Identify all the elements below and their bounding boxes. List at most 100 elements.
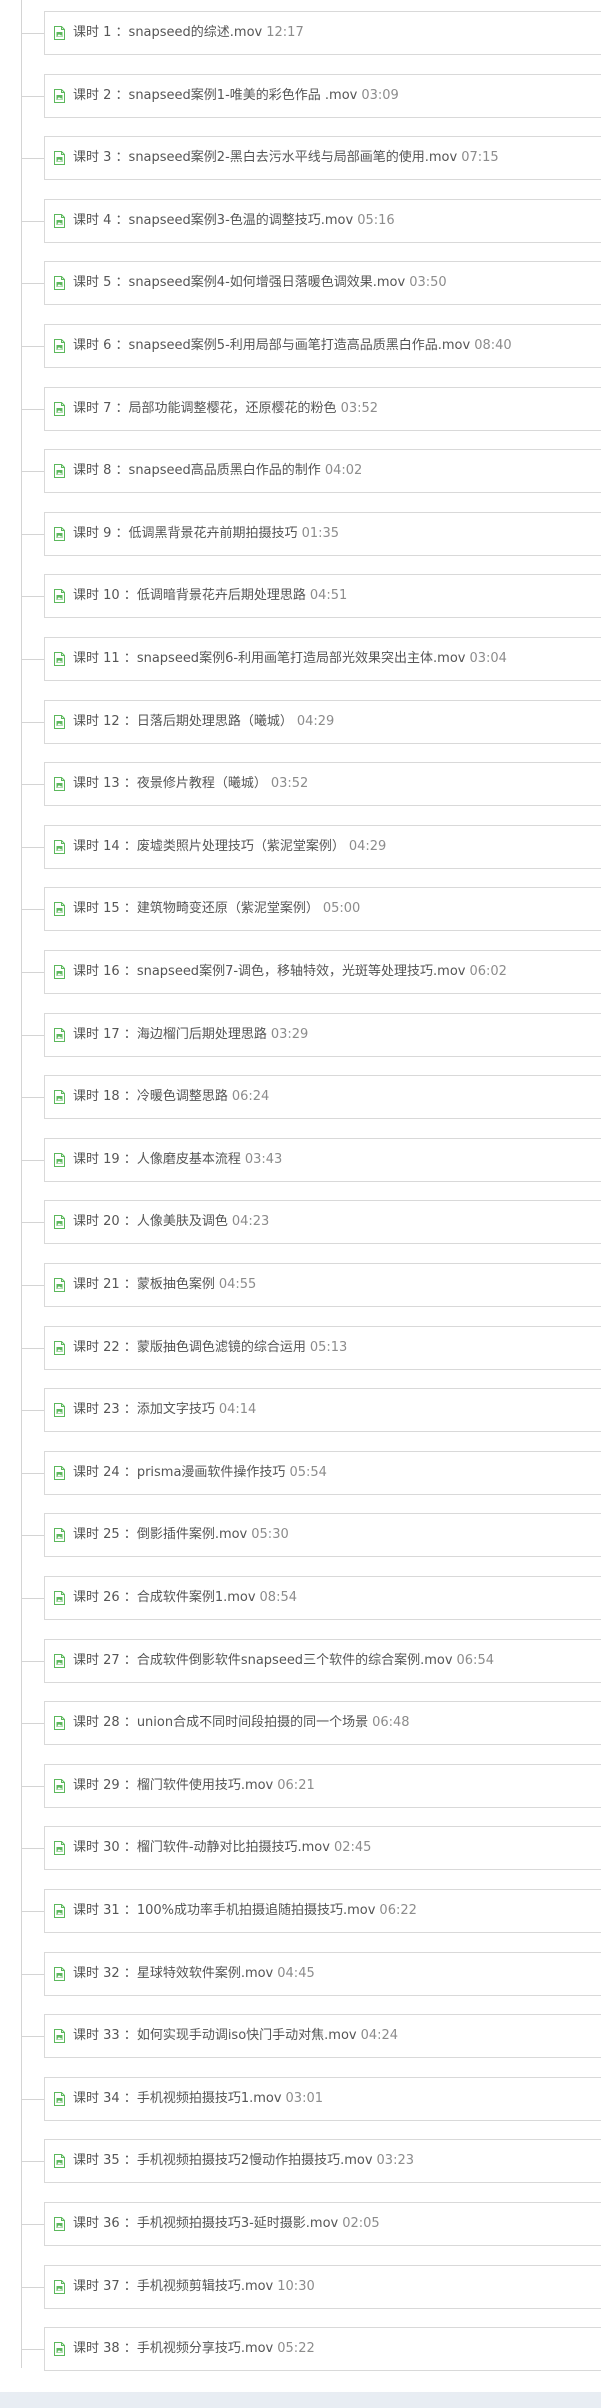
lesson-duration: 04:51	[309, 588, 348, 603]
lesson-title: 榴门软件使用技巧.mov	[136, 1778, 274, 1793]
timeline-connector	[21, 722, 44, 723]
timeline-connector	[21, 346, 44, 347]
lesson-link[interactable]: 课时 30 ：榴门软件-动静对比拍摄技巧.mov 02:45	[44, 1826, 601, 1870]
lesson-link[interactable]: 课时 18 ：冷暖色调整思路 06:24	[44, 1075, 601, 1119]
lesson-link[interactable]: 课时 25 ：倒影插件案例.mov 05:30	[44, 1513, 601, 1557]
lesson-duration: 02:05	[342, 2216, 380, 2231]
lesson-duration: 02:45	[333, 1840, 372, 1855]
lesson-link[interactable]: 课时 36 ：手机视频拍摄技巧3-延时摄影.mov 02:05	[44, 2202, 601, 2246]
lesson-number: 课时 29 ：	[73, 1778, 137, 1793]
lesson-link[interactable]: 课时 29 ：榴门软件使用技巧.mov 06:21	[44, 1764, 601, 1808]
lesson-duration: 03:04	[469, 651, 507, 666]
file-icon	[54, 652, 65, 666]
lesson-link[interactable]: 课时 37 ：手机视频剪辑技巧.mov 10:30	[44, 2265, 601, 2309]
timeline-connector	[21, 1285, 44, 1286]
lesson-link[interactable]: 课时 17 ：海边榴门后期处理思路 03:29	[44, 1013, 601, 1057]
lesson-duration: 12:17	[266, 25, 304, 40]
lesson-title: 海边榴门后期处理思路	[136, 1027, 267, 1042]
lesson-item: 课时 7 ：局部功能调整樱花，还原樱花的粉色 03:52	[0, 378, 601, 440]
lesson-item: 课时 28 ：union合成不同时间段拍摄的同一个场景 06:48	[0, 1692, 601, 1754]
lesson-duration: 04:02	[324, 463, 363, 478]
lesson-title: snapseed案例2-黑白去污水平线与局部画笔的使用.mov	[128, 150, 458, 165]
lesson-link[interactable]: 课时 14 ：废墟类照片处理技巧（紫泥堂案例） 04:29	[44, 825, 601, 869]
lesson-item: 课时 14 ：废墟类照片处理技巧（紫泥堂案例） 04:29	[0, 816, 601, 878]
lesson-link[interactable]: 课时 9 ：低调黑背景花卉前期拍摄技巧 01:35	[44, 512, 601, 556]
lesson-text: 课时 9 ：低调黑背景花卉前期拍摄技巧 01:35	[73, 525, 339, 543]
file-icon	[54, 1779, 65, 1793]
lesson-link[interactable]: 课时 22 ：蒙版抽色调色滤镜的综合运用 05:13	[44, 1326, 601, 1370]
lesson-title: snapseed案例7-调色，移轴特效，光斑等处理技巧.mov	[136, 964, 466, 979]
lesson-number: 课时 38 ：	[73, 2341, 137, 2356]
lesson-link[interactable]: 课时 28 ：union合成不同时间段拍摄的同一个场景 06:48	[44, 1701, 601, 1745]
file-icon	[54, 1841, 65, 1855]
lesson-link[interactable]: 课时 31 ：100%成功率手机拍摄追随拍摄技巧.mov 06:22	[44, 1889, 601, 1933]
timeline-connector	[21, 2349, 44, 2350]
lesson-link[interactable]: 课时 21 ：蒙板抽色案例 04:55	[44, 1263, 601, 1307]
timeline-connector	[21, 158, 44, 159]
lesson-item: 课时 19 ：人像磨皮基本流程 03:43	[0, 1129, 601, 1191]
lesson-link[interactable]: 课时 32 ：星球特效软件案例.mov 04:45	[44, 1952, 601, 1996]
lesson-link[interactable]: 课时 24 ：prisma漫画软件操作技巧 05:54	[44, 1451, 601, 1495]
lesson-item: 课时 27 ：合成软件倒影软件snapseed三个软件的综合案例.mov 06:5…	[0, 1630, 601, 1692]
lesson-item: 课时 37 ：手机视频剪辑技巧.mov 10:30	[0, 2256, 601, 2318]
lesson-duration: 03:29	[270, 1027, 309, 1042]
timeline-connector	[21, 1723, 44, 1724]
lesson-link[interactable]: 课时 19 ：人像磨皮基本流程 03:43	[44, 1138, 601, 1182]
lesson-link[interactable]: 课时 12 ：日落后期处理思路（曦城） 04:29	[44, 700, 601, 744]
file-icon	[54, 527, 65, 541]
lesson-title: 蒙板抽色案例	[136, 1277, 215, 1292]
lesson-number: 课时 35 ：	[73, 2153, 137, 2168]
lesson-link[interactable]: 课时 3 ：snapseed案例2-黑白去污水平线与局部画笔的使用.mov 07:…	[44, 136, 601, 180]
lesson-link[interactable]: 课时 6 ：snapseed案例5-利用局部与画笔打造高品质黑白作品.mov 08…	[44, 324, 601, 368]
lesson-link[interactable]: 课时 15 ：建筑物畸变还原（紫泥堂案例） 05:00	[44, 887, 601, 931]
lesson-duration: 08:40	[474, 338, 512, 353]
lesson-duration: 04:23	[231, 1214, 270, 1229]
lesson-number: 课时 14 ：	[73, 839, 137, 854]
lesson-number: 课时 20 ：	[73, 1214, 137, 1229]
lesson-number: 课时 22 ：	[73, 1340, 137, 1355]
lesson-link[interactable]: 课时 7 ：局部功能调整樱花，还原樱花的粉色 03:52	[44, 387, 601, 431]
lesson-page: 课时 1 ：snapseed的综述.mov 12:17 课时 2 ：snapseed…	[0, 0, 601, 2408]
lesson-link[interactable]: 课时 27 ：合成软件倒影软件snapseed三个软件的综合案例.mov 06:5…	[44, 1639, 601, 1683]
lesson-title: 手机视频拍摄技巧1.mov	[136, 2091, 282, 2106]
lesson-link[interactable]: 课时 16 ：snapseed案例7-调色，移轴特效，光斑等处理技巧.mov 06…	[44, 950, 601, 994]
lesson-item: 课时 9 ：低调黑背景花卉前期拍摄技巧 01:35	[0, 503, 601, 565]
lesson-duration: 04:29	[296, 714, 335, 729]
lesson-duration: 04:45	[277, 1966, 315, 1981]
lesson-item: 课时 18 ：冷暖色调整思路 06:24	[0, 1066, 601, 1128]
timeline-connector	[21, 1410, 44, 1411]
lesson-duration: 04:24	[360, 2028, 399, 2043]
lesson-title: snapseed案例5-利用局部与画笔打造高品质黑白作品.mov	[128, 338, 471, 353]
lesson-number: 课时 37 ：	[73, 2279, 137, 2294]
lesson-link[interactable]: 课时 20 ：人像美肤及调色 04:23	[44, 1200, 601, 1244]
lesson-number: 课时 3 ：	[73, 150, 129, 165]
timeline-connector	[21, 1097, 44, 1098]
lesson-duration: 07:15	[461, 150, 499, 165]
lesson-title: snapseed的综述.mov	[128, 25, 263, 40]
lesson-duration: 06:02	[469, 964, 507, 979]
lesson-link[interactable]: 课时 1 ：snapseed的综述.mov 12:17	[44, 11, 601, 55]
lesson-link[interactable]: 课时 5 ：snapseed案例4-如何增强日落暖色调效果.mov 03:50	[44, 261, 601, 305]
lesson-link[interactable]: 课时 8 ：snapseed高品质黑白作品的制作 04:02	[44, 449, 601, 493]
lesson-link[interactable]: 课时 26 ：合成软件案例1.mov 08:54	[44, 1576, 601, 1620]
lesson-duration: 03:52	[340, 401, 379, 416]
lesson-link[interactable]: 课时 13 ：夜景修片教程（曦城） 03:52	[44, 762, 601, 806]
lesson-link[interactable]: 课时 4 ：snapseed案例3-色温的调整技巧.mov 05:16	[44, 199, 601, 243]
lesson-link[interactable]: 课时 11 ：snapseed案例6-利用画笔打造局部光效果突出主体.mov 03…	[44, 637, 601, 681]
lesson-text: 课时 14 ：废墟类照片处理技巧（紫泥堂案例） 04:29	[73, 838, 386, 856]
lesson-link[interactable]: 课时 38 ：手机视频分享技巧.mov 05:22	[44, 2327, 601, 2371]
lesson-text: 课时 31 ：100%成功率手机拍摄追随拍摄技巧.mov 06:22	[73, 1902, 417, 1920]
timeline-connector	[21, 534, 44, 535]
lesson-link[interactable]: 课时 33 ：如何实现手动调iso快门手动对焦.mov 04:24	[44, 2014, 601, 2058]
timeline-connector	[21, 2161, 44, 2162]
lesson-link[interactable]: 课时 23 ：添加文字技巧 04:14	[44, 1388, 601, 1432]
lesson-item: 课时 1 ：snapseed的综述.mov 12:17	[0, 2, 601, 64]
lesson-link[interactable]: 课时 10 ：低调暗背景花卉后期处理思路 04:51	[44, 574, 601, 618]
lesson-duration: 03:09	[361, 88, 399, 103]
lesson-link[interactable]: 课时 2 ：snapseed案例1-唯美的彩色作品 .mov 03:09	[44, 74, 601, 118]
timeline-connector	[21, 1473, 44, 1474]
lesson-title: 手机视频分享技巧.mov	[136, 2341, 274, 2356]
lesson-link[interactable]: 课时 35 ：手机视频拍摄技巧2慢动作拍摄技巧.mov 03:23	[44, 2139, 601, 2183]
lesson-text: 课时 15 ：建筑物畸变还原（紫泥堂案例） 05:00	[73, 900, 360, 918]
lesson-link[interactable]: 课时 34 ：手机视频拍摄技巧1.mov 03:01	[44, 2077, 601, 2121]
